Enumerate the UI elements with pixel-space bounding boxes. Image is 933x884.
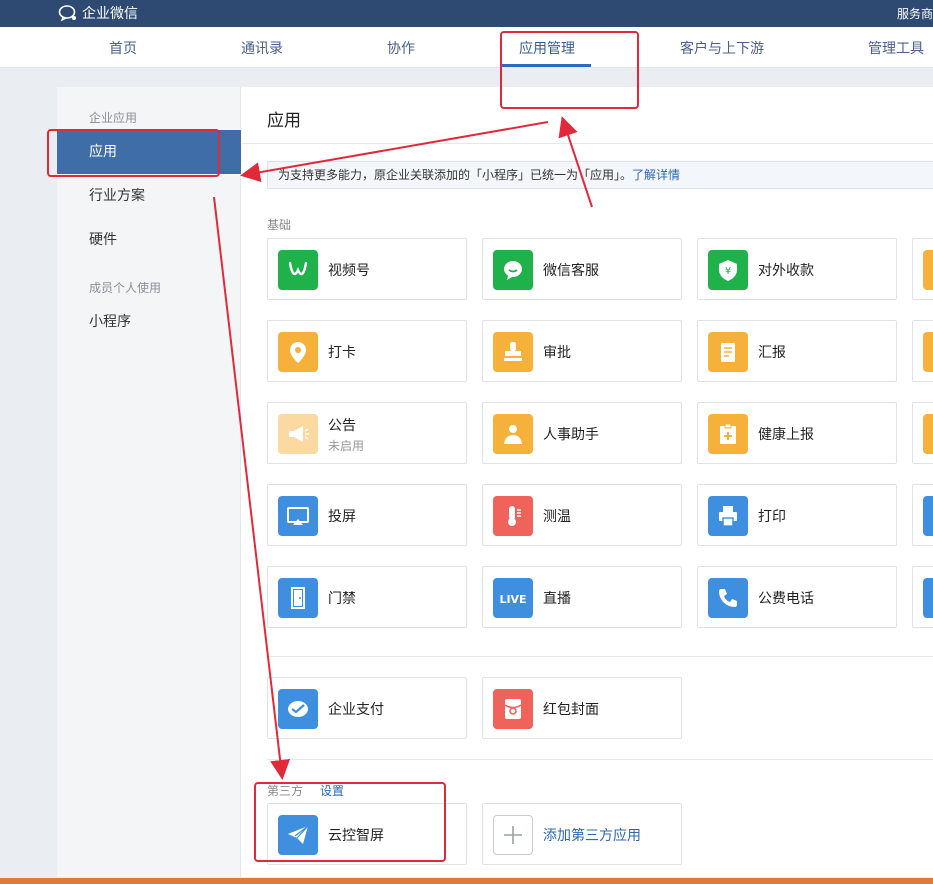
app-status: 未启用 [328, 439, 365, 453]
stamp-icon [493, 332, 533, 372]
app-card-basic-5[interactable]: 汇报 [697, 320, 897, 382]
screen-cast-icon [278, 496, 318, 536]
sidebar-group-enterprise-apps: 企业应用 [89, 111, 138, 125]
clipboard-plus-icon [708, 414, 748, 454]
sidebar-group-personal-use: 成员个人使用 [89, 281, 162, 295]
megaphone-icon [278, 414, 318, 454]
printer-icon [708, 496, 748, 536]
app-card-basic-10[interactable]: 测温 [482, 484, 682, 546]
plus-icon [493, 815, 533, 855]
app-name: 测温 [543, 509, 571, 525]
section-divider [267, 759, 933, 760]
sidebar: 企业应用 应用 行业方案 硬件 成员个人使用 小程序 [57, 87, 241, 877]
report-icon [708, 332, 748, 372]
section-basic-label: 基础 [267, 218, 292, 232]
app-card-basic-6[interactable]: 公告 未启用 [267, 402, 467, 464]
live-icon: LIVE [493, 578, 533, 618]
location-pin-icon [278, 332, 318, 372]
red-packet-icon [493, 689, 533, 729]
notice-banner: 为支持更多能力，原企业关联添加的「小程序」已统一为「应用」。了解详情 [267, 161, 933, 189]
add-third-party-label: 添加第三方应用 [543, 828, 641, 844]
sidebar-item-mini-programs[interactable]: 小程序 [57, 300, 241, 344]
app-icon [923, 414, 933, 454]
nav-home[interactable]: 首页 [109, 38, 137, 58]
app-icon [923, 496, 933, 536]
app-name: 对外收款 [758, 263, 814, 279]
app-name: 投屏 [328, 509, 356, 525]
annotation-box-third-party [254, 782, 446, 862]
top-bar: 企业微信 服务商 [0, 0, 933, 27]
app-name: 公告 [328, 418, 356, 434]
enterprise-pay-icon [278, 689, 318, 729]
sidebar-item-industry-solutions[interactable]: 行业方案 [57, 174, 241, 218]
notice-text: 为支持更多能力，原企业关联添加的「小程序」已统一为「应用」。 [278, 168, 633, 182]
thermometer-icon [493, 496, 533, 536]
phone-icon [708, 578, 748, 618]
app-name: 汇报 [758, 345, 786, 361]
app-card-basic-2[interactable]: ¥ 对外收款 [697, 238, 897, 300]
app-card-partial[interactable] [912, 566, 933, 628]
app-name: 企业微信 [82, 6, 138, 22]
app-card-basic-8[interactable]: 健康上报 [697, 402, 897, 464]
app-name: 健康上报 [758, 427, 814, 443]
annotation-box-nav [500, 31, 639, 109]
app-card-partial[interactable] [912, 238, 933, 300]
app-logo[interactable]: 企业微信 [58, 3, 138, 23]
main-nav: 首页 通讯录 协作 应用管理 客户与上下游 管理工具 [0, 27, 933, 68]
app-card-basic-9[interactable]: 投屏 [267, 484, 467, 546]
app-card-basic-1[interactable]: 微信客服 [482, 238, 682, 300]
app-card-partial[interactable] [912, 402, 933, 464]
nav-customers[interactable]: 客户与上下游 [680, 38, 764, 58]
app-card-extra-1[interactable]: 红包封面 [482, 677, 682, 739]
sidebar-item-hardware[interactable]: 硬件 [57, 218, 241, 262]
app-card-partial[interactable] [912, 320, 933, 382]
svg-text:¥: ¥ [725, 266, 731, 277]
nav-collaboration[interactable]: 协作 [387, 38, 415, 58]
page-title: 应用 [267, 111, 301, 131]
notice-learn-more-link[interactable]: 了解详情 [632, 168, 680, 182]
app-name: 企业支付 [328, 702, 384, 718]
app-name: 打卡 [328, 345, 356, 361]
channels-icon [278, 250, 318, 290]
app-card-basic-11[interactable]: 打印 [697, 484, 897, 546]
app-name: 打印 [758, 509, 786, 525]
app-card-basic-3[interactable]: 打卡 [267, 320, 467, 382]
os-taskbar [0, 878, 933, 884]
app-name: 人事助手 [543, 427, 599, 443]
app-card-basic-12[interactable]: 门禁 [267, 566, 467, 628]
app-name: 直播 [543, 591, 571, 607]
app-name: 公费电话 [758, 591, 814, 607]
app-name: 红包封面 [543, 702, 599, 718]
door-icon [278, 578, 318, 618]
wechat-service-icon [493, 250, 533, 290]
app-name: 视频号 [328, 263, 370, 279]
app-icon [923, 578, 933, 618]
app-name: 微信客服 [543, 263, 599, 279]
add-third-party-app-button[interactable]: 添加第三方应用 [482, 803, 682, 865]
app-card-basic-4[interactable]: 审批 [482, 320, 682, 382]
nav-admin-tools[interactable]: 管理工具 [868, 38, 924, 58]
person-icon [493, 414, 533, 454]
annotation-box-sidebar [47, 129, 220, 177]
app-card-basic-14[interactable]: 公费电话 [697, 566, 897, 628]
app-card-basic-0[interactable]: 视频号 [267, 238, 467, 300]
app-icon [923, 250, 933, 290]
svg-text:LIVE: LIVE [500, 593, 526, 606]
service-provider-link[interactable]: 服务商 [897, 5, 933, 22]
title-divider [242, 143, 933, 144]
app-card-basic-7[interactable]: 人事助手 [482, 402, 682, 464]
app-card-basic-13[interactable]: LIVE 直播 [482, 566, 682, 628]
nav-contacts[interactable]: 通讯录 [241, 38, 283, 58]
section-divider [267, 656, 933, 657]
app-icon [923, 332, 933, 372]
app-name: 门禁 [328, 591, 356, 607]
payment-shield-icon: ¥ [708, 250, 748, 290]
wecom-logo-icon [58, 5, 76, 22]
app-card-extra-0[interactable]: 企业支付 [267, 677, 467, 739]
app-name: 审批 [543, 345, 571, 361]
app-card-partial[interactable] [912, 484, 933, 546]
